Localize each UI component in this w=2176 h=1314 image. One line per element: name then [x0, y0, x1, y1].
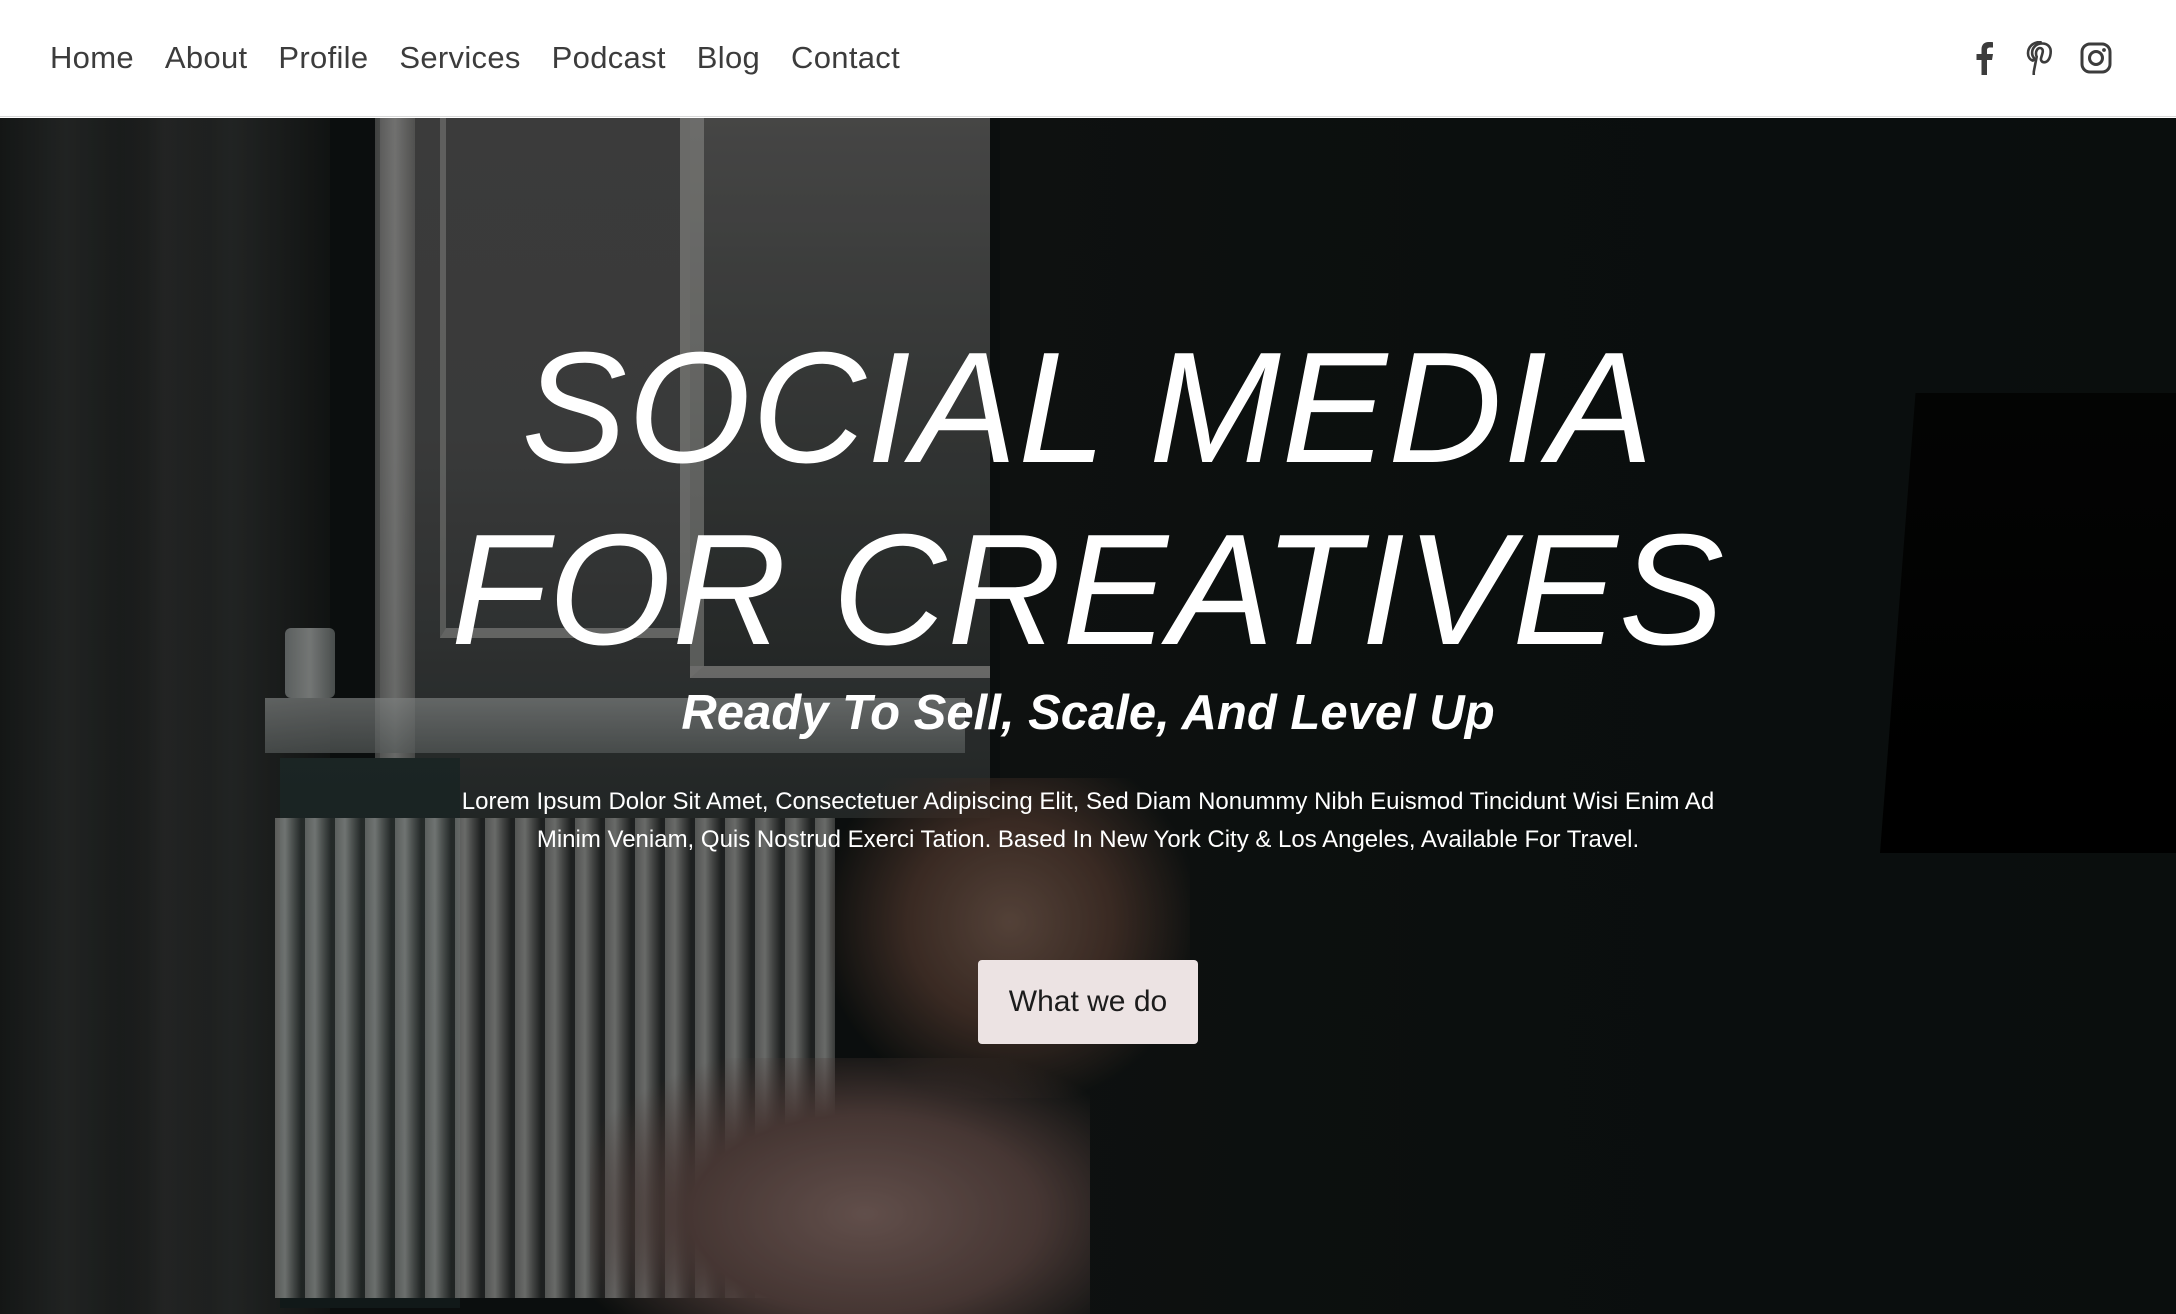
nav-link-blog[interactable]: Blog	[697, 40, 760, 76]
hero-description: Lorem Ipsum Dolor Sit Amet, Consectetuer…	[420, 783, 1756, 859]
social-links	[1946, 38, 2114, 78]
hero-title-line-2: FOR CREATIVES	[450, 502, 1726, 678]
nav-link-profile[interactable]: Profile	[278, 40, 368, 76]
hero-description-line-1: Lorem Ipsum Dolor Sit Amet, Consectetuer…	[461, 788, 1715, 815]
hero-section: SOCIAL MEDIA FOR CREATIVES Ready To Sell…	[0, 118, 2176, 1314]
pinterest-icon[interactable]	[2022, 38, 2058, 78]
instagram-icon[interactable]	[2078, 38, 2114, 78]
what-we-do-button[interactable]: What we do	[978, 960, 1198, 1044]
hero-subtitle: Ready To Sell, Scale, And Level Up	[681, 686, 1495, 740]
nav-link-home[interactable]: Home	[50, 40, 134, 76]
hero-content: SOCIAL MEDIA FOR CREATIVES Ready To Sell…	[0, 118, 2176, 1314]
hero-description-line-2: Minim Veniam, Quis Nostrud Exerci Tation…	[536, 826, 1640, 853]
nav-link-services[interactable]: Services	[399, 40, 520, 76]
nav-link-contact[interactable]: Contact	[791, 40, 900, 76]
facebook-icon[interactable]	[1966, 38, 2002, 78]
hero-title-line-1: SOCIAL MEDIA	[521, 320, 1655, 496]
nav-link-about[interactable]: About	[165, 40, 248, 76]
site-header: Home About Profile Services Podcast Blog…	[0, 0, 2176, 117]
main-nav: Home About Profile Services Podcast Blog…	[50, 40, 931, 76]
nav-link-podcast[interactable]: Podcast	[552, 40, 666, 76]
